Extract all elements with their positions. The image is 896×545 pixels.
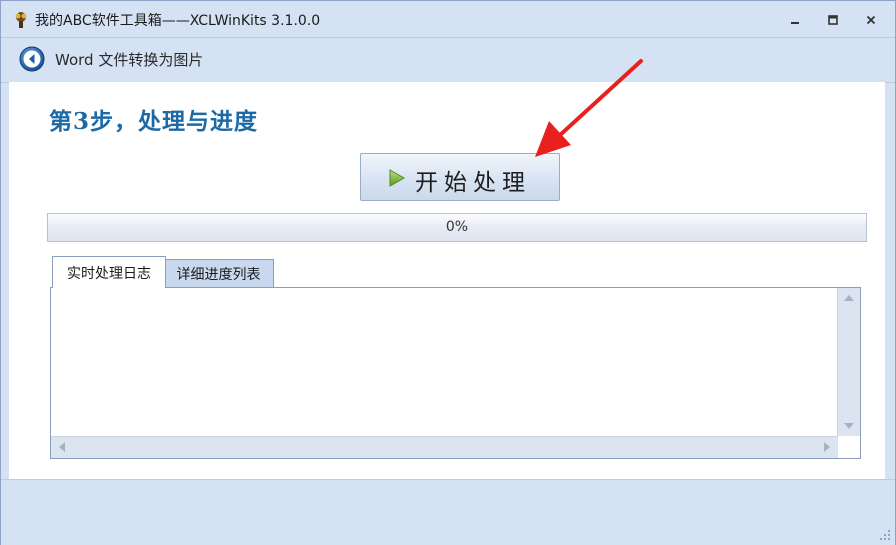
minimize-button[interactable] — [784, 11, 806, 29]
scroll-up-icon[interactable] — [844, 295, 854, 301]
scroll-right-icon[interactable] — [824, 442, 830, 452]
tab-detail-progress[interactable]: 详细进度列表 — [164, 259, 274, 288]
app-window: 我的ABC软件工具箱——XCLWinKits 3.1.0.0 Word 文件转换… — [0, 0, 896, 545]
window-title: 我的ABC软件工具箱——XCLWinKits 3.1.0.0 — [35, 13, 321, 29]
log-panel[interactable] — [50, 287, 861, 459]
step-title: 第3步，处理与进度 — [49, 108, 259, 135]
scroll-corner — [838, 436, 860, 458]
scroll-left-icon[interactable] — [59, 442, 65, 452]
progress-bar: 0% — [47, 213, 867, 242]
maximize-button[interactable] — [822, 11, 844, 29]
play-icon — [389, 169, 405, 187]
tab-realtime-log[interactable]: 实时处理日志 — [52, 256, 166, 288]
horizontal-scrollbar[interactable] — [51, 436, 838, 458]
close-button[interactable] — [860, 11, 882, 29]
resize-grip-icon[interactable] — [880, 530, 891, 541]
title-bar[interactable]: 我的ABC软件工具箱——XCLWinKits 3.1.0.0 — [1, 1, 895, 37]
nav-bar: Word 文件转换为图片 — [1, 37, 895, 83]
main-content: 第3步，处理与进度 开始处理 0% 实时处理日志 详细进度列表 — [9, 82, 885, 479]
close-icon — [866, 15, 876, 25]
page-title: Word 文件转换为图片 — [55, 51, 204, 69]
progress-text: 0% — [445, 219, 469, 235]
app-icon — [15, 12, 27, 28]
scroll-down-icon[interactable] — [844, 423, 854, 429]
status-bar — [1, 479, 895, 545]
maximize-icon — [828, 15, 838, 25]
start-button-label: 开始处理 — [415, 170, 531, 196]
minimize-icon — [791, 22, 799, 24]
back-arrow-icon[interactable] — [19, 46, 45, 72]
start-process-button[interactable]: 开始处理 — [360, 153, 560, 201]
vertical-scrollbar[interactable] — [837, 288, 860, 436]
